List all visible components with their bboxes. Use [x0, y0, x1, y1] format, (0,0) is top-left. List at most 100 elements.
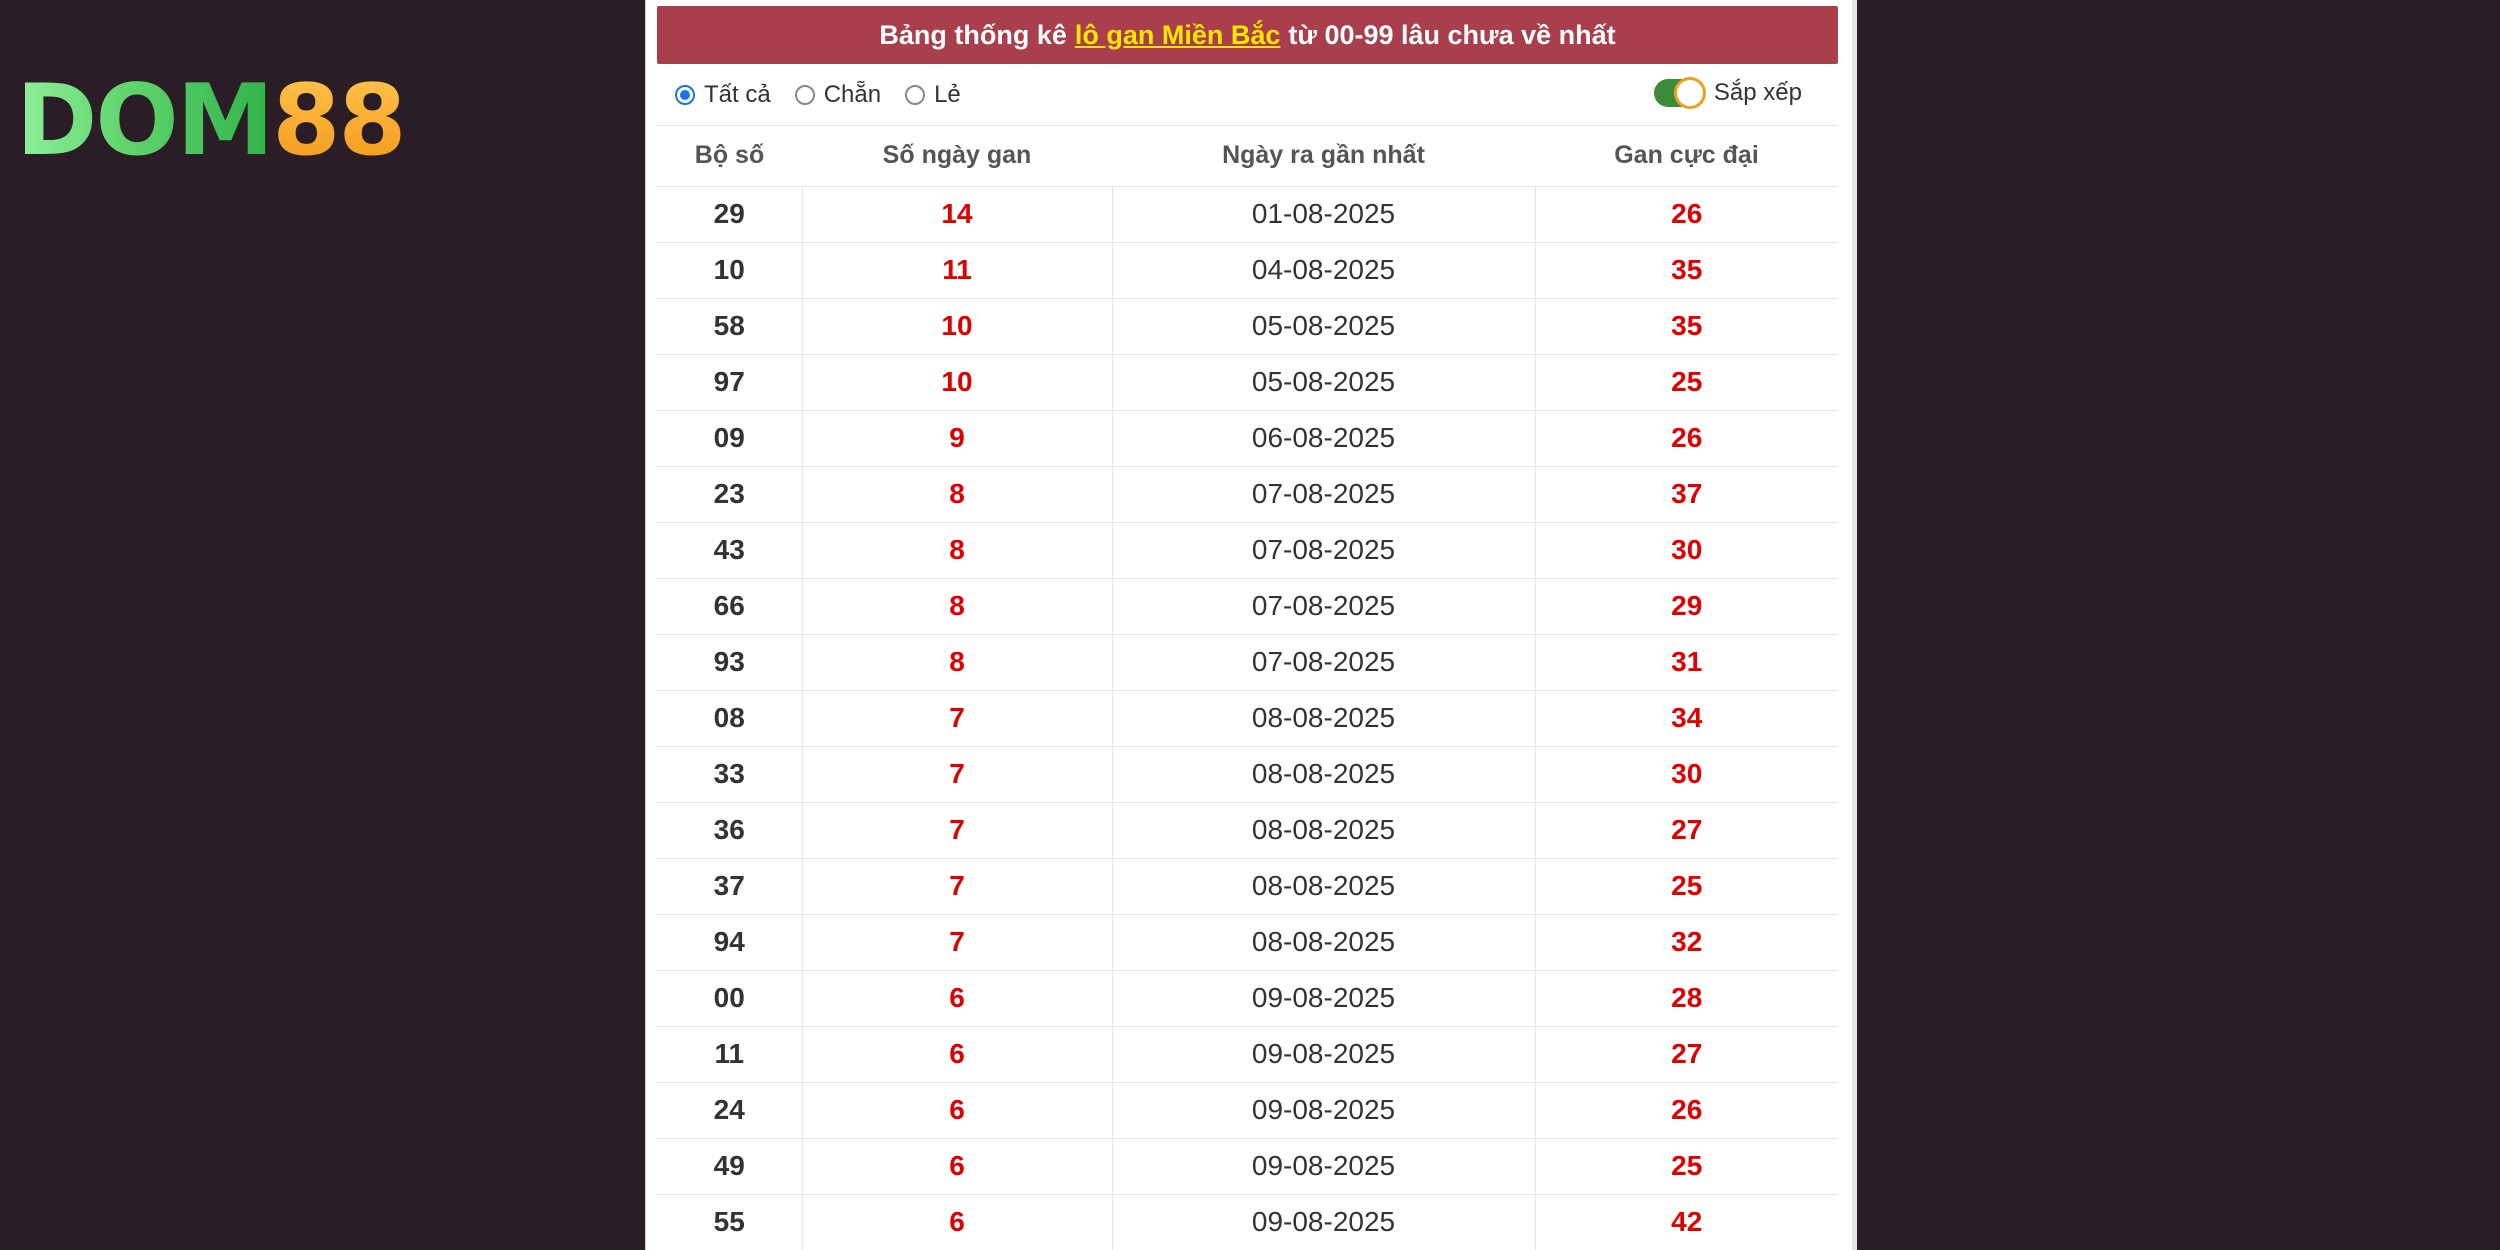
cell-bo-so: 43	[657, 522, 803, 579]
cell-gan-cuc-dai: 31	[1535, 634, 1838, 691]
table-row: 49 6 09-08-2025 25	[657, 1138, 1838, 1195]
cell-so-ngay-gan: 7	[802, 858, 1113, 915]
toggle-switch[interactable]	[1653, 77, 1706, 109]
cell-gan-cuc-dai: 32	[1535, 914, 1838, 971]
table-row: 94 7 08-08-2025 32	[657, 914, 1838, 971]
cell-so-ngay-gan: 10	[802, 298, 1113, 355]
radio-odd[interactable]: Lẻ	[905, 81, 961, 109]
cell-ngay-ra: 04-08-2025	[1112, 242, 1536, 299]
cell-ngay-ra: 08-08-2025	[1112, 746, 1536, 803]
cell-ngay-ra: 09-08-2025	[1112, 1082, 1536, 1139]
cell-bo-so: 33	[657, 746, 803, 803]
cell-so-ngay-gan: 7	[802, 746, 1113, 803]
column-header-bo-so: Bộ số	[657, 126, 802, 187]
panel-title: Bảng thống kê lô gan Miền Bắc từ 00-99 l…	[657, 6, 1838, 64]
table-row: 09 9 06-08-2025 26	[657, 410, 1838, 467]
cell-ngay-ra: 05-08-2025	[1112, 298, 1536, 355]
cell-so-ngay-gan: 8	[802, 634, 1113, 691]
radio-all[interactable]: Tất cả	[675, 81, 771, 109]
cell-so-ngay-gan: 8	[802, 522, 1113, 579]
cell-gan-cuc-dai: 42	[1535, 1194, 1838, 1250]
cell-bo-so: 55	[657, 1194, 803, 1250]
cell-so-ngay-gan: 6	[802, 1194, 1113, 1250]
cell-gan-cuc-dai: 37	[1535, 466, 1838, 523]
cell-so-ngay-gan: 8	[802, 466, 1113, 523]
cell-so-ngay-gan: 8	[802, 578, 1113, 635]
cell-gan-cuc-dai: 29	[1535, 578, 1838, 635]
cell-so-ngay-gan: 6	[802, 1138, 1113, 1195]
table-row: 58 10 05-08-2025 35	[657, 298, 1838, 355]
table-row: 00 6 09-08-2025 28	[657, 970, 1838, 1027]
cell-bo-so: 29	[657, 186, 803, 243]
cell-gan-cuc-dai: 35	[1535, 298, 1838, 355]
cell-gan-cuc-dai: 28	[1535, 970, 1838, 1027]
logo-text-dom: DOM	[16, 64, 274, 178]
cell-so-ngay-gan: 14	[802, 186, 1113, 243]
page: DOM 88 Bảng thống kê lô gan Miền Bắc từ 0…	[0, 0, 2500, 1250]
column-header-gan-cuc-dai: Gan cực đại	[1535, 126, 1838, 187]
cell-so-ngay-gan: 7	[802, 690, 1113, 747]
cell-bo-so: 93	[657, 634, 803, 691]
cell-bo-so: 36	[657, 802, 803, 859]
cell-ngay-ra: 09-08-2025	[1112, 1194, 1536, 1250]
sort-toggle[interactable]: Sắp xếp	[1653, 77, 1802, 109]
gan-table: Bộ số Số ngày gan Ngày ra gần nhất Gan c…	[657, 126, 1838, 1250]
cell-so-ngay-gan: 6	[802, 970, 1113, 1027]
toggle-knob	[1673, 77, 1706, 109]
cell-gan-cuc-dai: 35	[1535, 242, 1838, 299]
cell-bo-so: 10	[657, 242, 803, 299]
panel-edge	[1852, 0, 1857, 1250]
table-row: 10 11 04-08-2025 35	[657, 242, 1838, 299]
cell-bo-so: 09	[657, 410, 803, 467]
cell-bo-so: 08	[657, 690, 803, 747]
cell-so-ngay-gan: 11	[802, 242, 1113, 299]
table-row: 55 6 09-08-2025 42	[657, 1194, 1838, 1250]
stats-panel: Bảng thống kê lô gan Miền Bắc từ 00-99 l…	[645, 0, 1856, 1250]
table-row: 24 6 09-08-2025 26	[657, 1082, 1838, 1139]
cell-gan-cuc-dai: 26	[1535, 186, 1838, 243]
cell-so-ngay-gan: 7	[802, 802, 1113, 859]
cell-ngay-ra: 07-08-2025	[1112, 466, 1536, 523]
cell-ngay-ra: 05-08-2025	[1112, 354, 1536, 411]
title-link[interactable]: lô gan Miền Bắc	[1075, 20, 1281, 51]
column-header-ngay-ra: Ngày ra gần nhất	[1112, 126, 1535, 187]
cell-gan-cuc-dai: 27	[1535, 802, 1838, 859]
cell-ngay-ra: 01-08-2025	[1112, 186, 1536, 243]
cell-ngay-ra: 08-08-2025	[1112, 914, 1536, 971]
logo-text-88: 88	[272, 64, 406, 178]
cell-gan-cuc-dai: 27	[1535, 1026, 1838, 1083]
table-row: 08 7 08-08-2025 34	[657, 690, 1838, 747]
cell-bo-so: 23	[657, 466, 803, 523]
cell-so-ngay-gan: 10	[802, 354, 1113, 411]
title-suffix: từ 00-99 lâu chưa về nhất	[1288, 19, 1616, 50]
cell-gan-cuc-dai: 25	[1535, 354, 1838, 411]
cell-bo-so: 94	[657, 914, 803, 971]
cell-bo-so: 37	[657, 858, 803, 915]
title-prefix: Bảng thống kê	[879, 19, 1067, 50]
cell-gan-cuc-dai: 30	[1535, 746, 1838, 803]
cell-bo-so: 00	[657, 970, 803, 1027]
cell-gan-cuc-dai: 25	[1535, 858, 1838, 915]
cell-ngay-ra: 09-08-2025	[1112, 1026, 1536, 1083]
cell-bo-so: 97	[657, 354, 803, 411]
cell-bo-so: 24	[657, 1082, 803, 1139]
radio-odd-dot[interactable]	[905, 84, 926, 105]
table-row: 93 8 07-08-2025 31	[657, 634, 1838, 691]
radio-all-dot[interactable]	[675, 84, 695, 105]
radio-even[interactable]: Chẵn	[794, 80, 882, 109]
table-row: 37 7 08-08-2025 25	[657, 858, 1838, 915]
table-row: 11 6 09-08-2025 27	[657, 1026, 1838, 1083]
cell-gan-cuc-dai: 26	[1535, 410, 1838, 467]
radio-even-dot[interactable]	[794, 84, 815, 105]
radio-odd-label: Lẻ	[934, 80, 961, 108]
cell-so-ngay-gan: 6	[802, 1082, 1113, 1139]
cell-bo-so: 49	[657, 1138, 803, 1195]
sort-toggle-label: Sắp xếp	[1713, 79, 1802, 106]
column-header-so-ngay-gan: Số ngày gan	[802, 126, 1112, 187]
dom88-logo: DOM 88	[16, 64, 407, 178]
cell-so-ngay-gan: 9	[802, 410, 1113, 467]
cell-bo-so: 66	[657, 578, 803, 635]
table-body: 29 14 01-08-2025 26 10 11 04-08-2025 35 58 10 05-0…	[657, 186, 1838, 1250]
radio-even-label: Chẵn	[823, 80, 882, 108]
cell-gan-cuc-dai: 26	[1535, 1082, 1838, 1139]
